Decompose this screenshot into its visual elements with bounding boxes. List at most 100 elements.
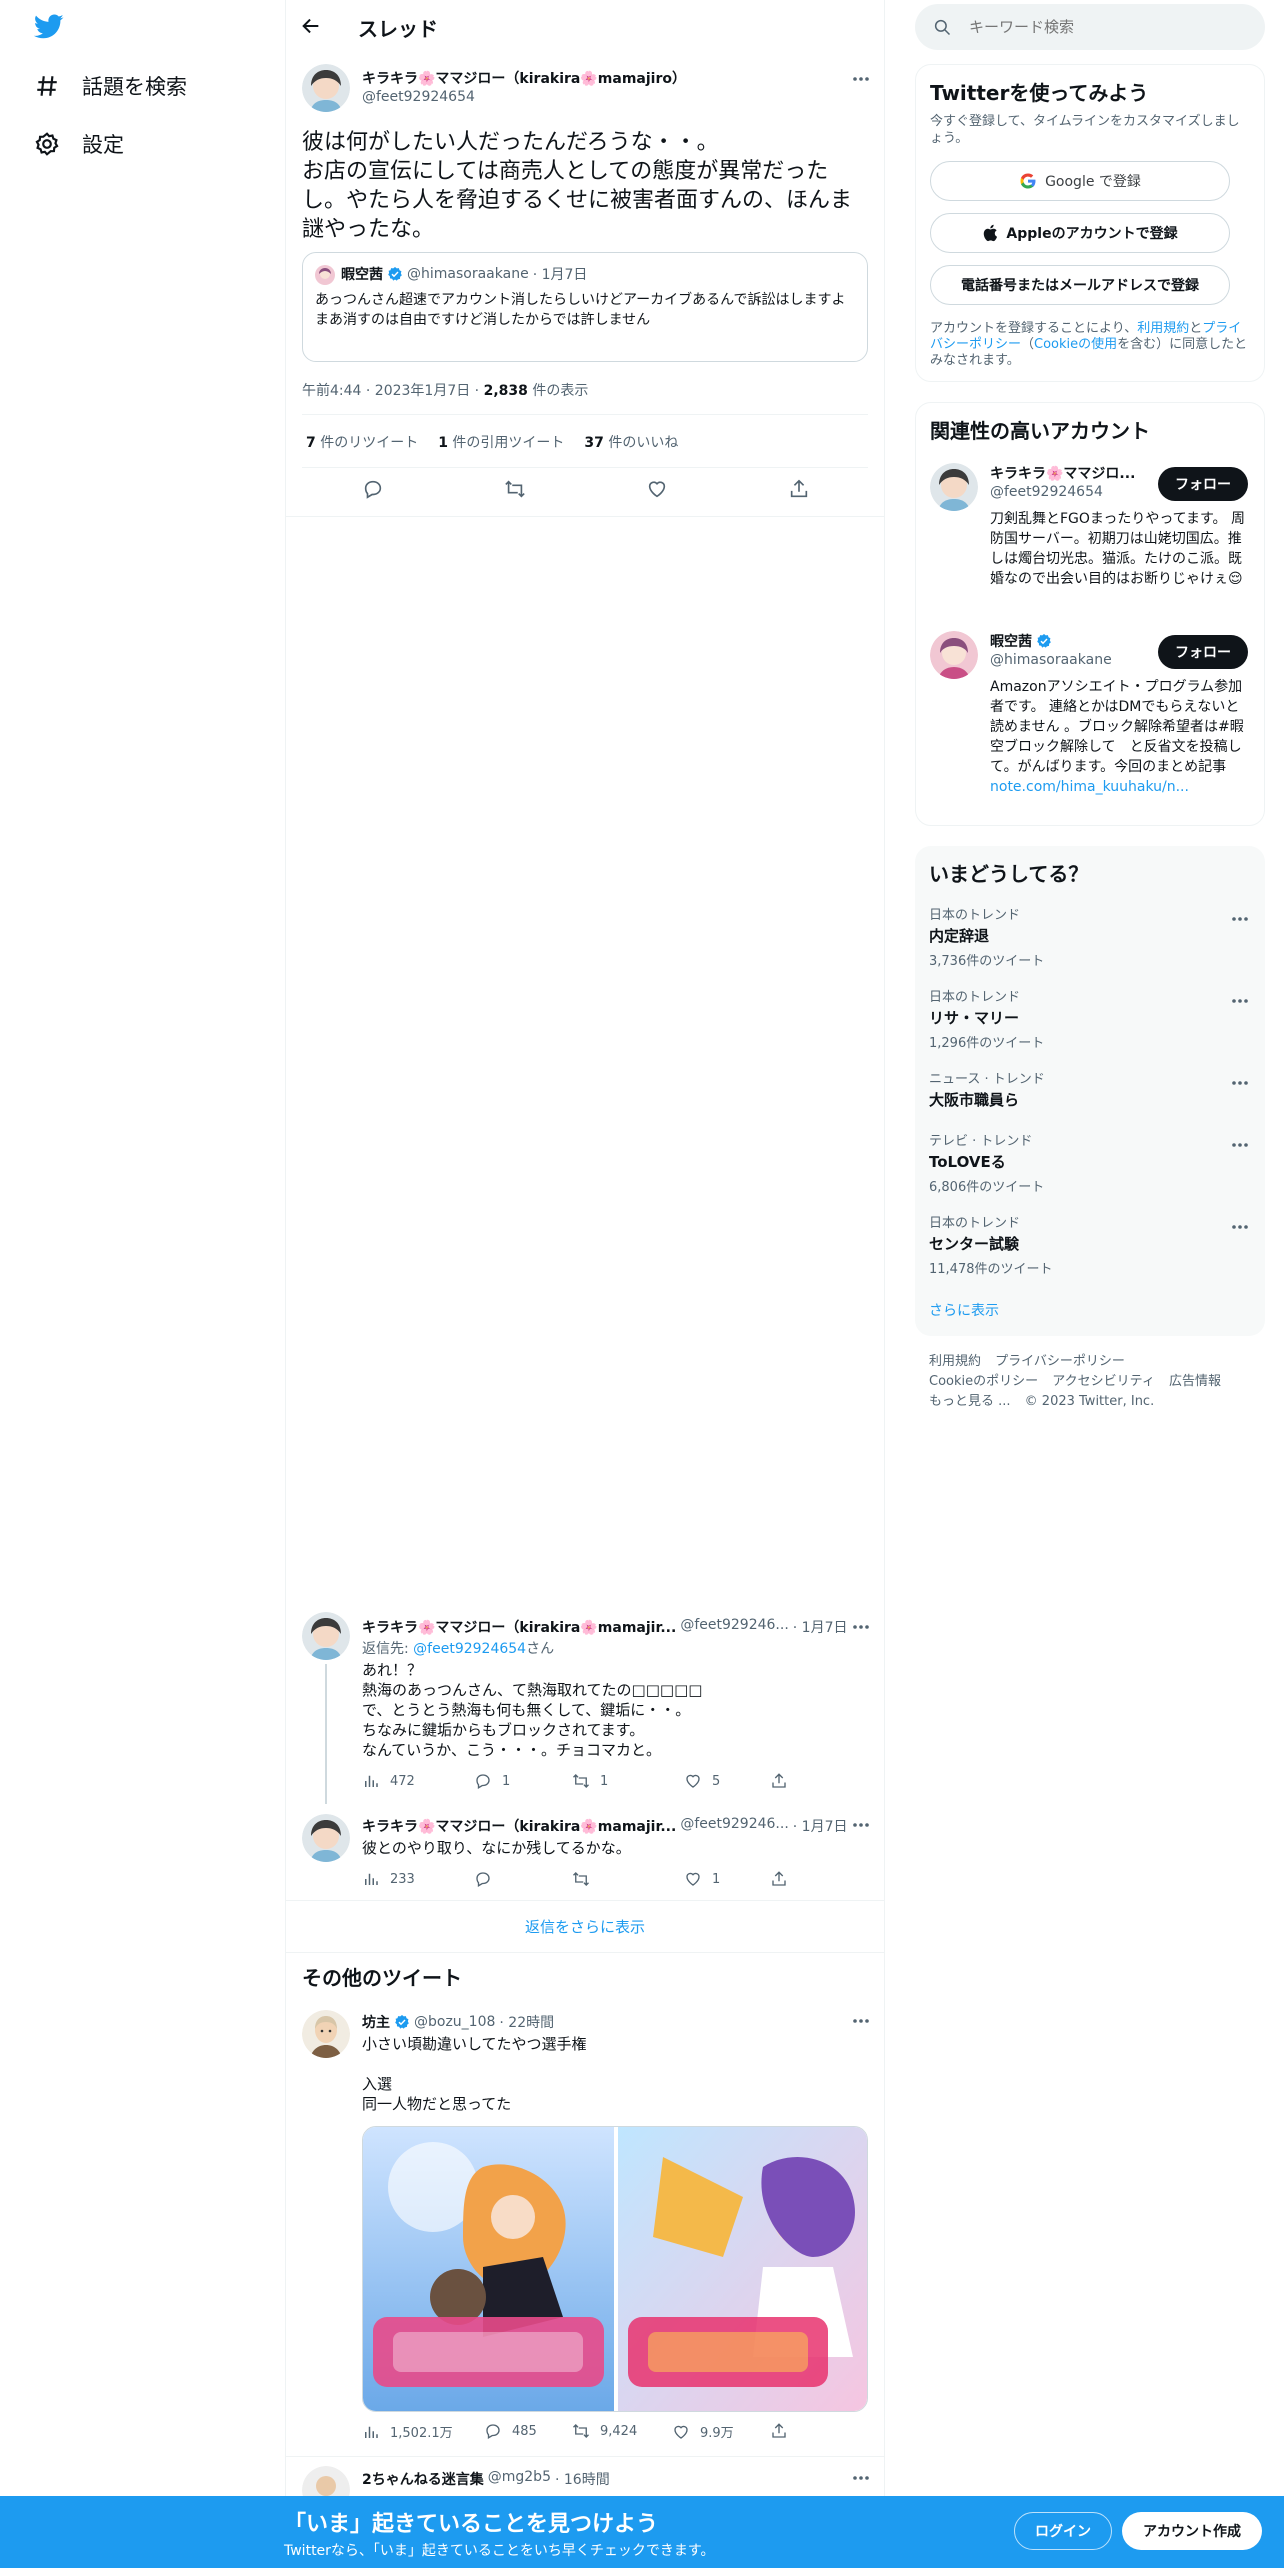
precure-image-right bbox=[618, 2127, 867, 2411]
retweet-action[interactable] bbox=[572, 1870, 600, 1888]
search-box[interactable] bbox=[915, 4, 1265, 50]
avatar[interactable] bbox=[302, 64, 350, 112]
trend-count: 6,806件のツイート bbox=[929, 1180, 1045, 1195]
tweet-author-name[interactable]: 坊主 bbox=[362, 2012, 390, 2032]
more-options-icon[interactable] bbox=[1225, 1130, 1255, 1160]
tweet-media[interactable] bbox=[362, 2126, 868, 2412]
share-icon[interactable] bbox=[788, 478, 810, 500]
tweet-author-name[interactable]: 2ちゃんねる迷言集 bbox=[362, 2469, 484, 2489]
google-icon bbox=[1019, 172, 1037, 190]
account-handle[interactable]: @feet92924654 bbox=[990, 484, 1103, 500]
avatar[interactable] bbox=[302, 1612, 350, 1660]
avatar[interactable] bbox=[302, 2010, 350, 2058]
more-options-icon[interactable] bbox=[1225, 1212, 1255, 1242]
signup-subtitle: 今すぐ登録して、タイムラインをカスタマイズしましょう。 bbox=[930, 114, 1240, 146]
like-action[interactable]: 9.9万 bbox=[672, 2422, 734, 2441]
author-handle[interactable]: @feet92924654 bbox=[362, 89, 475, 105]
trend-item[interactable]: テレビ · トレンド ToLOVEる 6,806件のツイート bbox=[915, 1130, 1265, 1210]
reply-date[interactable]: · 1月7日 bbox=[793, 1816, 848, 1836]
search-input[interactable] bbox=[969, 18, 1239, 36]
signup-legal-text: アカウントを登録することにより、利用規約とプライバシーポリシー（Cookieの使… bbox=[930, 321, 1248, 368]
trend-item[interactable]: ニュース · トレンド 大阪市職員ら bbox=[915, 1068, 1265, 1128]
footer-link[interactable]: アクセシビリティ bbox=[1052, 1374, 1155, 1389]
signup-title: Twitterを使ってみよう bbox=[930, 81, 1149, 105]
footer-link[interactable]: Cookieのポリシー bbox=[929, 1374, 1038, 1389]
like-icon[interactable] bbox=[646, 478, 668, 500]
footer-link[interactable]: プライバシーポリシー bbox=[995, 1354, 1125, 1369]
account-name[interactable]: キラキラ🌸ママジロ... bbox=[990, 463, 1150, 483]
verified-badge-icon bbox=[394, 2014, 410, 2030]
nav-explore[interactable]: 話題を検索 bbox=[34, 64, 187, 108]
more-options-icon[interactable] bbox=[1225, 986, 1255, 1016]
tweet-date[interactable]: · 22時間 bbox=[499, 2012, 554, 2032]
views-action[interactable]: 472 bbox=[362, 1772, 415, 1790]
quoted-tweet[interactable]: 暇空茜 @himasoraakane · 1月7日 あっつんさん超速でアカウント… bbox=[302, 252, 868, 362]
retweet-action[interactable]: 9,424 bbox=[572, 2422, 637, 2440]
views-action[interactable]: 233 bbox=[362, 1870, 415, 1888]
twitter-logo-icon[interactable] bbox=[34, 14, 64, 40]
more-options-icon[interactable] bbox=[846, 64, 876, 94]
tweet-author-handle[interactable]: @mg2b5 bbox=[488, 2469, 551, 2489]
avatar[interactable] bbox=[930, 463, 978, 511]
reply-author-handle[interactable]: @feet929246... bbox=[680, 1816, 788, 1836]
share-action[interactable] bbox=[770, 1870, 798, 1888]
reply-action[interactable]: 485 bbox=[484, 2422, 537, 2440]
phone-email-signup-button[interactable]: 電話番号またはメールアドレスで登録 bbox=[930, 265, 1230, 305]
author-name[interactable]: キラキラ🌸ママジロー（kirakira🌸mamajiro） bbox=[362, 68, 686, 88]
more-options-icon[interactable] bbox=[846, 2006, 876, 2036]
more-options-icon[interactable] bbox=[846, 1612, 876, 1642]
like-action[interactable]: 5 bbox=[684, 1772, 720, 1790]
trend-item[interactable]: 日本のトレンド センター試験 11,478件のツイート bbox=[915, 1212, 1265, 1292]
retweet-icon[interactable] bbox=[504, 478, 526, 500]
show-more-trends-link[interactable]: さらに表示 bbox=[929, 1300, 999, 1320]
trend-count: 11,478件のツイート bbox=[929, 1262, 1053, 1277]
search-icon bbox=[933, 18, 951, 36]
more-options-icon[interactable] bbox=[846, 1810, 876, 1840]
trend-item[interactable]: 日本のトレンド 内定辞退 3,736件のツイート bbox=[915, 904, 1265, 984]
follow-button[interactable]: フォロー bbox=[1158, 635, 1248, 669]
tweet-author-handle[interactable]: @bozu_108 bbox=[414, 2014, 495, 2030]
cookie-link[interactable]: Cookieの使用 bbox=[1034, 337, 1117, 352]
share-action[interactable] bbox=[770, 1772, 798, 1790]
account-handle[interactable]: @himasoraakane bbox=[990, 652, 1112, 668]
bio-link[interactable]: note.com/hima_kuuhaku/n... bbox=[990, 779, 1189, 795]
signup-button[interactable]: アカウント作成 bbox=[1122, 2512, 1262, 2550]
back-arrow-icon[interactable] bbox=[300, 15, 322, 37]
share-action[interactable] bbox=[770, 2422, 798, 2440]
google-signup-button[interactable]: Google で登録 bbox=[930, 161, 1230, 201]
show-more-replies-link[interactable]: 返信をさらに表示 bbox=[286, 1900, 884, 1952]
terms-link[interactable]: 利用規約 bbox=[1137, 321, 1189, 336]
avatar[interactable] bbox=[302, 1814, 350, 1862]
trend-item[interactable]: 日本のトレンド リサ・マリー 1,296件のツイート bbox=[915, 986, 1265, 1066]
reply-author-name[interactable]: キラキラ🌸ママジロー（kirakira🌸mamajir... bbox=[362, 1816, 676, 1836]
more-options-icon[interactable] bbox=[846, 2463, 876, 2493]
more-options-icon[interactable] bbox=[1225, 1068, 1255, 1098]
reply-date[interactable]: · 1月7日 bbox=[793, 1617, 848, 1637]
like-action[interactable]: 1 bbox=[684, 1870, 720, 1888]
follow-button[interactable]: フォロー bbox=[1158, 467, 1248, 501]
likes-stat[interactable]: 37 件のいいね bbox=[584, 432, 678, 452]
footer-more-link[interactable]: もっと見る ... bbox=[929, 1394, 1011, 1409]
tweet-date[interactable]: · 16時間 bbox=[555, 2469, 610, 2489]
more-options-icon[interactable] bbox=[1225, 904, 1255, 934]
reply-to-line: 返信先: @feet92924654さん bbox=[362, 1638, 554, 1658]
reply-action[interactable]: 1 bbox=[474, 1772, 510, 1790]
quotes-stat[interactable]: 1 件の引用ツイート bbox=[438, 432, 564, 452]
reply-icon[interactable] bbox=[362, 478, 384, 500]
account-name[interactable]: 暇空茜 bbox=[990, 631, 1032, 651]
footer-link[interactable]: 広告情報 bbox=[1169, 1374, 1221, 1389]
retweets-stat[interactable]: 7 件のリツイート bbox=[306, 432, 418, 452]
retweet-action[interactable]: 1 bbox=[572, 1772, 608, 1790]
reply-author-handle[interactable]: @feet929246... bbox=[680, 1617, 788, 1637]
nav-settings[interactable]: 設定 bbox=[34, 122, 124, 166]
views-action[interactable]: 1,502.1万 bbox=[362, 2422, 453, 2441]
login-button[interactable]: ログイン bbox=[1014, 2512, 1112, 2550]
tweet-timestamp[interactable]: 午前4:44 · 2023年1月7日 · bbox=[302, 383, 484, 399]
reply-action[interactable] bbox=[474, 1870, 502, 1888]
apple-signup-button[interactable]: Appleのアカウントで登録 bbox=[930, 213, 1230, 253]
tweet-header: 2ちゃんねる迷言集 @mg2b5 · 16時間 bbox=[362, 2469, 610, 2489]
reply-author-name[interactable]: キラキラ🌸ママジロー（kirakira🌸mamajir... bbox=[362, 1617, 676, 1637]
reply-to-handle[interactable]: @feet92924654 bbox=[413, 1641, 526, 1657]
footer-link[interactable]: 利用規約 bbox=[929, 1354, 981, 1369]
avatar[interactable] bbox=[930, 631, 978, 679]
